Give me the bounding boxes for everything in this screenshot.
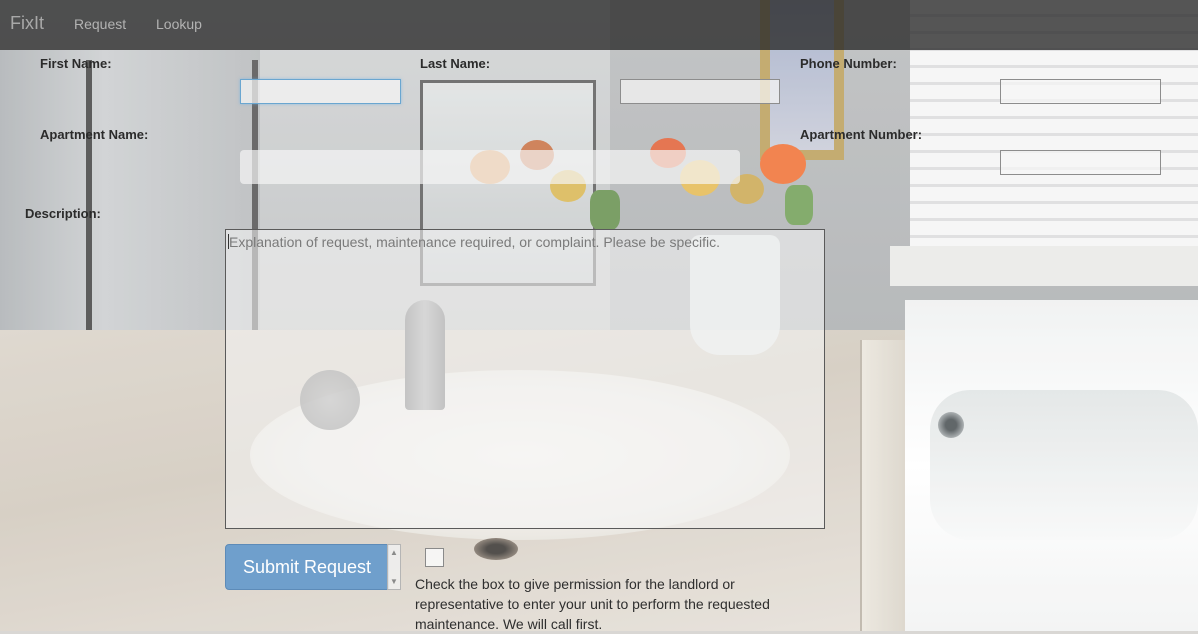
description-label: Description:: [25, 206, 101, 221]
phone-number-label: Phone Number:: [800, 56, 897, 71]
apartment-name-label: Apartment Name:: [40, 127, 149, 142]
permission-text: Check the box to give permission for the…: [415, 576, 770, 632]
last-name-label: Last Name:: [420, 56, 491, 71]
last-name-field[interactable]: [620, 79, 780, 104]
navbar: FixIt Request Lookup: [0, 0, 1198, 50]
scroll-spinner[interactable]: ▲ ▼: [387, 544, 401, 590]
apartment-name-field[interactable]: [240, 150, 740, 184]
description-textarea[interactable]: Explanation of request, maintenance requ…: [225, 229, 825, 529]
first-name-label: First Name:: [40, 56, 112, 71]
chevron-up-icon[interactable]: ▲: [390, 548, 398, 557]
nav-link-request[interactable]: Request: [74, 16, 126, 32]
submit-request-button[interactable]: Submit Request: [225, 544, 389, 590]
brand-logo[interactable]: FixIt: [10, 13, 44, 34]
permission-checkbox[interactable]: [425, 548, 444, 567]
first-name-field[interactable]: [240, 79, 401, 104]
chevron-down-icon[interactable]: ▼: [390, 577, 398, 586]
apartment-number-label: Apartment Number:: [800, 127, 923, 142]
phone-number-field[interactable]: [1000, 79, 1161, 104]
nav-link-lookup[interactable]: Lookup: [156, 16, 202, 32]
description-placeholder: Explanation of request, maintenance requ…: [229, 234, 721, 250]
apartment-number-field[interactable]: [1000, 150, 1161, 175]
